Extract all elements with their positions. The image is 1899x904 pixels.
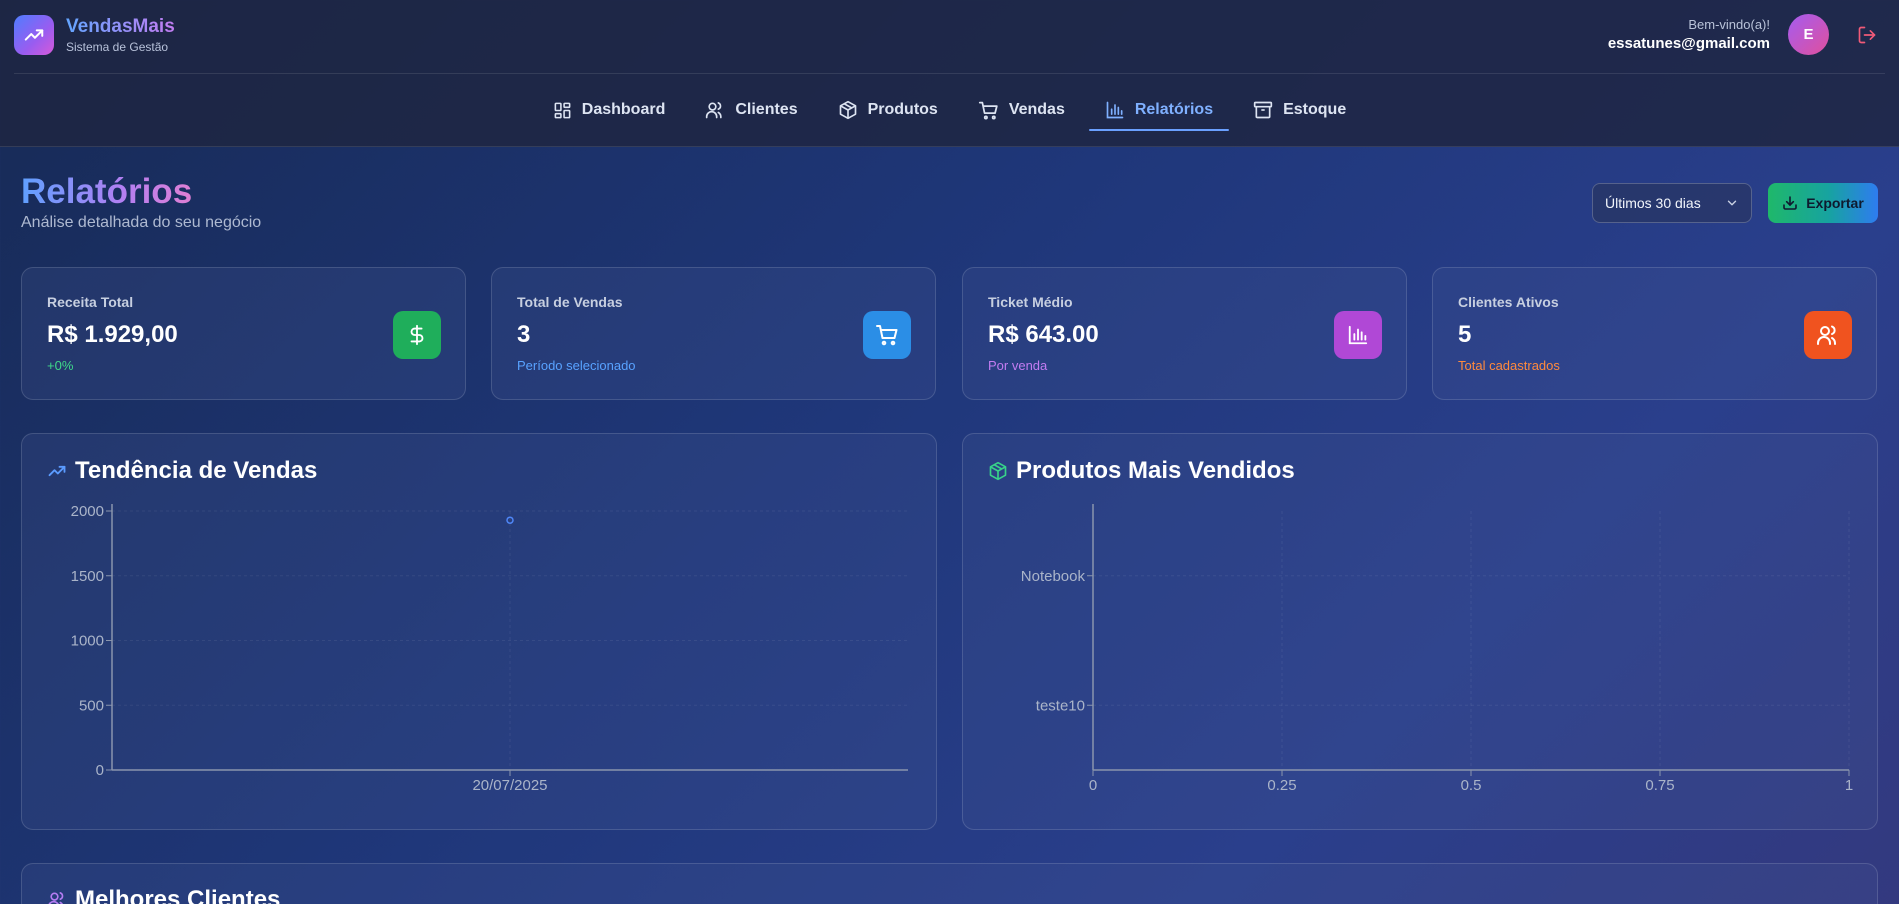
page-subtitle: Análise detalhada do seu negócio <box>21 214 262 231</box>
top-products-card: 0 0.25 0.5 0.75 1 Notebook teste10 Produtos Ma… <box>962 433 1878 830</box>
avatar[interactable]: E <box>1788 14 1829 55</box>
top-products-chart: 0 0.25 0.5 0.75 1 Notebook teste10 <box>1021 504 1853 794</box>
welcome-text: Bem-vindo(a)! <box>1688 16 1770 32</box>
chart-title-text: Tendência de Vendas <box>75 457 318 484</box>
nav-label: Vendas <box>1008 101 1065 118</box>
cart-icon <box>978 101 998 120</box>
kpi-value: R$ 1.929,00 <box>47 321 178 348</box>
page-title: Relatórios <box>21 170 192 214</box>
cart-icon <box>863 311 911 359</box>
export-button[interactable]: Exportar <box>1768 183 1878 223</box>
kpi-label: Receita Total <box>47 294 134 310</box>
kpi-value: 3 <box>517 321 531 348</box>
dashboard-icon <box>554 102 571 118</box>
y-tick-label: teste10 <box>1036 697 1085 714</box>
main-nav: Dashboard Clientes Produtos Vendas Relat… <box>0 90 1899 131</box>
best-clients-title: Melhores Clientes <box>47 886 280 904</box>
period-select[interactable]: Últimos 30 dias <box>1592 183 1752 223</box>
kpi-value: 5 <box>1458 321 1472 348</box>
x-tick-label: 20/07/2025 <box>472 777 547 794</box>
nav-label: Clientes <box>735 101 798 118</box>
kpi-card-sales: Total de Vendas 3 Período selecionado <box>491 267 936 400</box>
kpi-card-revenue: Receita Total R$ 1.929,00 +0% <box>21 267 466 400</box>
best-clients-card: Melhores Clientes <box>21 863 1878 904</box>
kpi-card-clients: Clientes Ativos 5 Total cadastrados <box>1432 267 1877 400</box>
x-tick-label: 0.75 <box>1645 777 1674 794</box>
top-header: VendasMais Sistema de Gestão Bem-vindo(a… <box>0 0 1899 147</box>
top-products-title: Produtos Mais Vendidos <box>988 457 1295 485</box>
nav-label: Dashboard <box>581 101 666 118</box>
users-icon <box>706 102 723 119</box>
kpi-card-ticket: Ticket Médio R$ 643.00 Por venda <box>962 267 1407 400</box>
chevron-down-icon <box>1727 200 1737 206</box>
trending-up-icon <box>14 15 54 55</box>
nav-item-produtos[interactable]: Produtos <box>822 90 954 130</box>
bar-chart-icon <box>1106 101 1124 119</box>
logout-icon[interactable] <box>1855 23 1879 47</box>
chart-title-text: Melhores Clientes <box>75 886 281 904</box>
kpi-label: Ticket Médio <box>988 294 1073 310</box>
y-tick-label: 2000 <box>71 503 104 520</box>
y-tick-label: 0 <box>96 762 104 779</box>
user-email: essatunes@gmail.com <box>1607 34 1770 52</box>
y-tick-label: Notebook <box>1021 568 1086 585</box>
sales-trend-title: Tendência de Vendas <box>47 457 317 485</box>
nav-item-vendas[interactable]: Vendas <box>962 90 1081 130</box>
header-divider <box>14 73 1885 74</box>
kpi-note: Por venda <box>988 358 1048 373</box>
y-tick-label: 500 <box>79 697 104 714</box>
nav-item-estoque[interactable]: Estoque <box>1237 90 1362 130</box>
y-tick-label: 1000 <box>71 633 104 650</box>
export-label: Exportar <box>1806 195 1864 211</box>
app-name: VendasMais <box>66 16 175 37</box>
kpi-note: Período selecionado <box>517 358 636 373</box>
package-icon <box>989 461 1007 481</box>
kpi-note: Total cadastrados <box>1458 358 1560 373</box>
users-icon <box>48 892 64 904</box>
x-tick-label: 0.25 <box>1267 777 1296 794</box>
chart-title-text: Produtos Mais Vendidos <box>1016 457 1295 484</box>
user-area: Bem-vindo(a)! essatunes@gmail.com E <box>1608 14 1879 55</box>
x-tick-label: 0.5 <box>1461 777 1482 794</box>
kpi-label: Clientes Ativos <box>1458 294 1559 310</box>
nav-label: Estoque <box>1283 101 1347 118</box>
sales-trend-chart: 0 500 1000 1500 2000 20/07/2025 <box>71 503 908 794</box>
nav-item-dashboard[interactable]: Dashboard <box>537 90 682 130</box>
archive-icon <box>1253 101 1273 119</box>
app-subtitle: Sistema de Gestão <box>66 40 169 54</box>
download-icon <box>1783 196 1798 210</box>
bar-chart-icon <box>1334 311 1382 359</box>
package-icon <box>839 100 856 120</box>
nav-item-clientes[interactable]: Clientes <box>689 90 813 130</box>
kpi-note: +0% <box>47 358 74 373</box>
nav-item-relatorios[interactable]: Relatórios <box>1088 90 1230 131</box>
brand[interactable]: VendasMais Sistema de Gestão <box>14 15 175 55</box>
kpi-value: R$ 643.00 <box>988 321 1099 348</box>
nav-label: Produtos <box>867 101 938 118</box>
y-tick-label: 1500 <box>71 568 104 585</box>
dollar-icon <box>393 311 441 359</box>
x-tick-label: 0 <box>1089 777 1097 794</box>
kpi-label: Total de Vendas <box>517 294 623 310</box>
period-value: Últimos 30 dias <box>1605 195 1701 211</box>
sales-trend-card: 0 500 1000 1500 2000 20/07/2025 Tendência de … <box>21 433 937 830</box>
x-tick-label: 1 <box>1845 777 1853 794</box>
trending-up-icon <box>48 465 66 477</box>
nav-label: Relatórios <box>1134 101 1214 118</box>
users-icon <box>1804 311 1852 359</box>
